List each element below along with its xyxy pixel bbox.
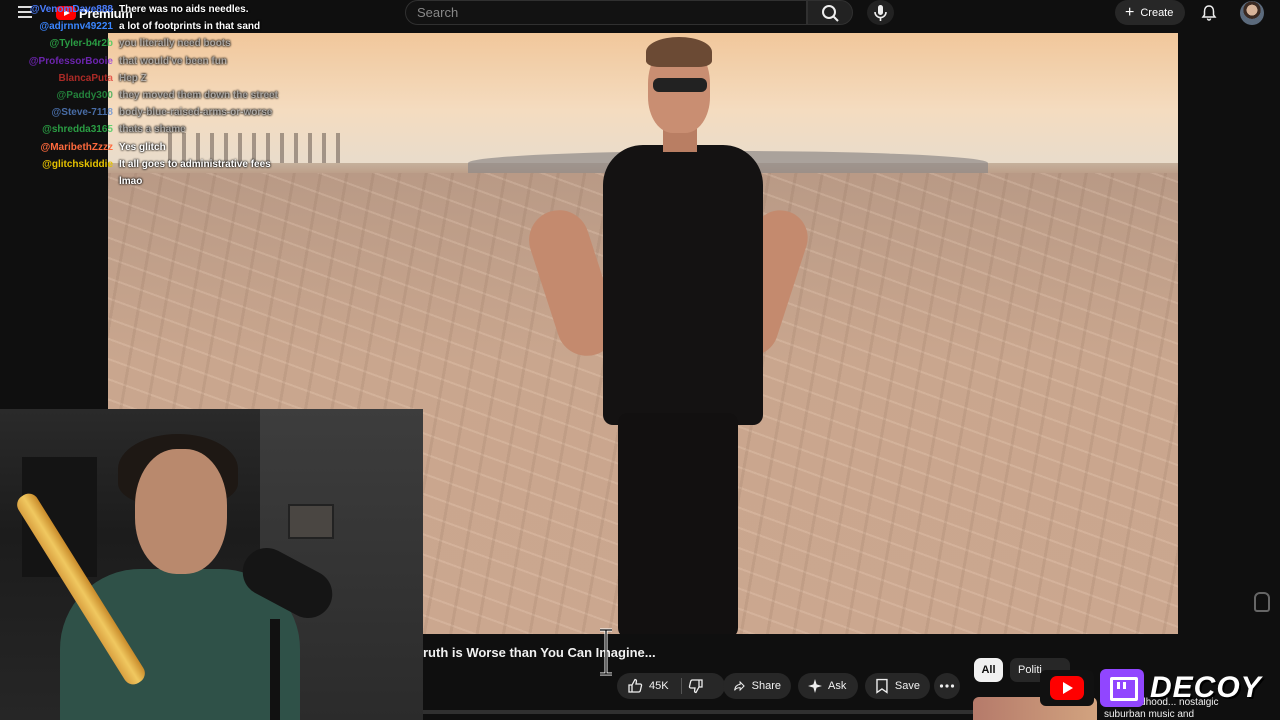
chat-line: BlancaPuta Hep Z bbox=[0, 72, 300, 86]
save-button[interactable]: Save bbox=[865, 673, 930, 699]
chat-line: @adjrnnv49221 a lot of footprints in that… bbox=[0, 20, 300, 34]
share-label: Share bbox=[751, 680, 781, 692]
like-divider bbox=[680, 678, 682, 694]
chat-line: @shredda3165 thats a shame bbox=[0, 123, 300, 137]
chat-username[interactable]: @Tyler-b4r2b bbox=[0, 37, 113, 51]
sparkle-icon bbox=[808, 679, 822, 693]
chat-username[interactable]: @ProfessorBooie bbox=[0, 55, 113, 69]
chat-line: lmao bbox=[0, 175, 300, 189]
ask-button[interactable]: Ask bbox=[798, 673, 858, 699]
share-icon bbox=[734, 680, 745, 692]
chat-message: It all goes to administrative fees bbox=[119, 158, 271, 170]
chat-line: @Paddy300 they moved them down the street bbox=[0, 89, 300, 103]
chip-all[interactable]: All bbox=[974, 658, 1003, 682]
streamer-webcam bbox=[0, 409, 423, 720]
chat-line: @VenomDave888 There was no aids needles. bbox=[0, 3, 300, 17]
video-progress-track[interactable] bbox=[423, 710, 976, 714]
more-actions-button[interactable] bbox=[934, 673, 960, 699]
chat-message: that would've been fun bbox=[119, 55, 227, 67]
text-cursor-icon bbox=[600, 628, 612, 676]
chat-username[interactable]: @shredda3165 bbox=[0, 123, 113, 137]
save-label: Save bbox=[894, 680, 920, 692]
microphone-icon bbox=[874, 5, 887, 21]
twitch-badge-icon bbox=[1100, 669, 1144, 707]
brand-name: DECOY bbox=[1150, 671, 1262, 704]
chat-message: lmao bbox=[119, 176, 143, 187]
like-dislike-group[interactable]: 45K bbox=[617, 673, 725, 699]
chat-message: Yes glitch bbox=[119, 141, 166, 153]
create-label: Create bbox=[1140, 6, 1174, 19]
chat-message: body-blue-raised-arms-or-worse bbox=[119, 107, 273, 119]
chat-username[interactable]: BlancaPuta bbox=[0, 72, 113, 86]
thumbs-up-icon[interactable] bbox=[627, 678, 643, 694]
mascot-icon bbox=[1254, 592, 1270, 612]
bookmark-icon bbox=[876, 678, 888, 694]
chat-message: Hep Z bbox=[119, 72, 147, 84]
youtube-badge-icon bbox=[1040, 670, 1094, 706]
chat-line: @Tyler-b4r2b you literally need boots bbox=[0, 37, 300, 51]
plus-icon: + bbox=[1125, 3, 1135, 21]
create-button[interactable]: + Create bbox=[1115, 0, 1185, 25]
streamer-face bbox=[135, 449, 227, 574]
search-button[interactable] bbox=[807, 0, 853, 25]
chat-username[interactable]: @adjrnnv49221 bbox=[0, 20, 113, 34]
chat-message: thats a shame bbox=[119, 124, 186, 136]
share-button[interactable]: Share bbox=[723, 673, 791, 699]
search-icon bbox=[822, 5, 839, 22]
chat-message: a lot of footprints in that sand bbox=[119, 21, 261, 33]
chat-message: you literally need boots bbox=[119, 38, 231, 50]
chat-line: @MaribethZzzz Yes glitch bbox=[0, 141, 300, 155]
like-count: 45K bbox=[649, 680, 669, 692]
chat-line: @Steve-7118 body-blue-raised-arms-or-wors… bbox=[0, 106, 300, 120]
ask-label: Ask bbox=[828, 680, 847, 692]
chat-username[interactable]: @VenomDave888 bbox=[0, 3, 113, 17]
chat-username[interactable]: @glitchskiddie bbox=[0, 158, 113, 172]
voice-search-button[interactable] bbox=[867, 0, 894, 25]
account-avatar[interactable] bbox=[1240, 1, 1264, 25]
thumbs-down-icon[interactable] bbox=[688, 678, 704, 694]
chat-message: There was no aids needles. bbox=[119, 4, 249, 15]
chat-username[interactable]: @Paddy300 bbox=[0, 89, 113, 103]
video-title: ruth is Worse than You Can Imagine... bbox=[423, 645, 656, 660]
chat-line: @glitchskiddie It all goes to administrat… bbox=[0, 158, 300, 172]
chat-message: they moved them down the street bbox=[119, 90, 278, 101]
notifications-bell-icon[interactable] bbox=[1200, 4, 1218, 22]
chat-username[interactable]: @MaribethZzzz bbox=[0, 141, 113, 155]
more-horizontal-icon bbox=[939, 684, 955, 688]
search-input[interactable]: Search bbox=[405, 0, 807, 25]
wall-picture-frame bbox=[288, 504, 334, 539]
video-presenter bbox=[521, 33, 815, 634]
chat-line: @ProfessorBooie that would've been fun bbox=[0, 55, 300, 69]
decoy-branding: DECOY bbox=[1040, 666, 1262, 710]
chat-username[interactable]: @Steve-7118 bbox=[0, 106, 113, 120]
